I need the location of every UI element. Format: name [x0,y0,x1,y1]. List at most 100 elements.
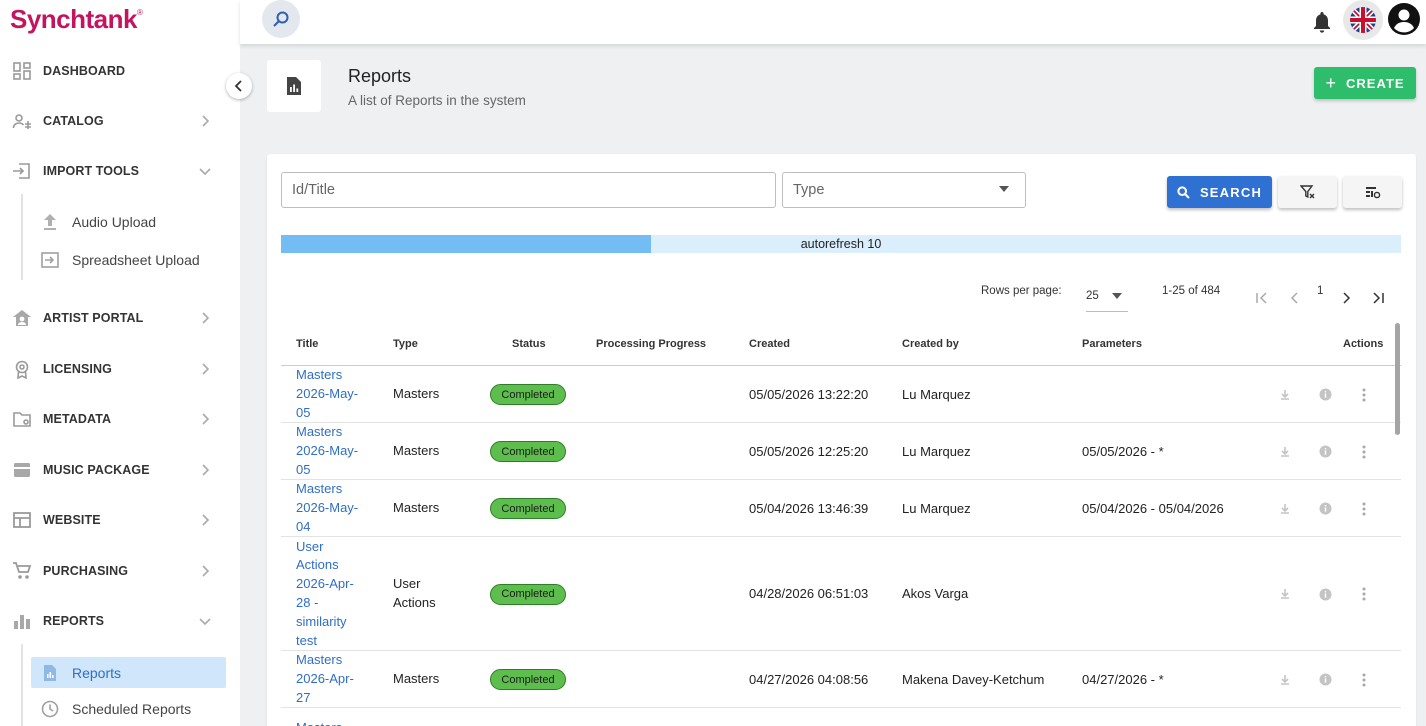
global-search-button[interactable] [262,0,300,38]
sidebar-subitem-scheduled-reports[interactable]: Scheduled Reports [0,693,240,725]
create-button[interactable]: + CREATE [1314,67,1416,99]
sidebar-subitem-label: Spreadsheet Upload [72,252,200,268]
created-by: Lu Marquez [902,386,971,402]
more-vert-icon[interactable] [1356,501,1372,517]
chevron-left-icon [1288,291,1302,305]
sidebar-subitem-spreadsheet-upload[interactable]: Spreadsheet Upload [0,244,240,276]
chevron-right-icon [197,462,213,478]
collapse-sidebar-button[interactable] [226,73,252,99]
search-button[interactable]: SEARCH [1167,176,1272,208]
filter-clear-icon [1299,184,1316,200]
cart-icon [12,561,32,581]
app-logo[interactable]: Synchtank® [10,4,143,35]
account-button[interactable] [1387,2,1421,36]
language-selector[interactable] [1343,0,1383,40]
parameters: 04/27/2026 - * [1082,671,1164,687]
uk-flag-icon [1350,7,1376,33]
autorefresh-label: autorefresh 10 [800,237,882,251]
download-icon[interactable] [1277,387,1293,403]
report-title-link[interactable]: Masters 2026-Apr- 27 [296,651,366,707]
sidebar-item-dashboard[interactable]: DASHBOARD [0,51,240,91]
sidebar-item-artist-portal[interactable]: ARTIST PORTAL [0,298,240,338]
column-header-type[interactable]: Type [393,338,418,350]
table-row[interactable]: User Actions 2026-Apr- 28 - similarity test Us… [281,537,1401,651]
sidebar-item-music-package[interactable]: MUSIC PACKAGE [0,450,240,490]
column-header-created-by[interactable]: Created by [902,338,959,350]
sidebar-item-metadata[interactable]: METADATA [0,399,240,439]
parameters: 05/04/2026 - 05/04/2026 [1082,500,1224,516]
more-vert-icon[interactable] [1356,672,1372,688]
active-highlight [31,657,226,688]
created-date: 04/28/2026 06:51:03 [749,586,869,601]
report-type: Masters [393,671,440,687]
column-header-created[interactable]: Created [749,338,790,350]
column-header-processing-progress[interactable]: Processing Progress [596,338,706,350]
id-title-field[interactable] [281,172,776,208]
search-icon [271,9,291,29]
sidebar-item-import-tools[interactable]: IMPORT TOOLS [0,151,240,191]
dropdown-arrow-icon [999,186,1009,192]
report-title-link[interactable]: Masters 2026-May- 05 [296,423,366,479]
download-icon[interactable] [1277,444,1293,460]
reports-icon [12,611,32,631]
table-row[interactable]: Masters 2026-May- 04 Masters Completed 05/04/… [281,480,1401,537]
column-header-parameters[interactable]: Parameters [1082,338,1142,350]
id-title-input[interactable] [292,182,775,198]
rows-per-page-value: 25 [1086,290,1099,302]
info-icon[interactable] [1317,586,1333,602]
download-icon[interactable] [1277,501,1293,517]
column-header-status[interactable]: Status [512,338,546,350]
sidebar-item-label: LICENSING [43,362,112,376]
table-scrollbar[interactable] [1395,323,1400,435]
sidebar-item-website[interactable]: WEBSITE [0,500,240,540]
upload-icon [40,212,60,232]
page-header: Reports A list of Reports in the system [267,60,1417,126]
download-icon[interactable] [1277,586,1293,602]
download-icon[interactable] [1277,672,1293,688]
chevron-right-icon [197,113,213,129]
status-badge: Completed [490,498,566,519]
next-page-button[interactable] [1336,288,1356,308]
table-row[interactable]: Masters 2026-Apr- 27 Masters Completed 04/27/… [281,651,1401,708]
last-page-button[interactable] [1368,288,1388,308]
first-page-button[interactable] [1252,288,1272,308]
sidebar-item-reports[interactable]: REPORTS [0,601,240,641]
created-date: 05/04/2026 13:46:39 [749,500,869,516]
previous-page-button[interactable] [1285,288,1305,308]
import-icon [12,161,32,181]
last-page-icon [1371,291,1385,305]
info-icon[interactable] [1317,444,1333,460]
sidebar-subitem-reports[interactable]: Reports [0,657,240,689]
sidebar-subitem-audio-upload[interactable]: Audio Upload [0,206,240,238]
artist-portal-icon [12,308,32,328]
chevron-right-icon [197,512,213,528]
table-row[interactable]: Masters 2026-May- 05 Masters Completed 05/05/… [281,423,1401,480]
report-title-link[interactable]: Masters 2026-May- 05 [296,366,366,422]
info-icon[interactable] [1317,672,1333,688]
table-row[interactable]: Masters [281,708,1401,726]
report-title-link[interactable]: User Actions 2026-Apr- 28 - similarity test [296,538,366,651]
sidebar-item-catalog[interactable]: CATALOG [0,101,240,141]
sidebar-item-purchasing[interactable]: PURCHASING [0,551,240,591]
more-vert-icon[interactable] [1356,444,1372,460]
status-badge: Completed [490,583,566,605]
notifications-button[interactable] [1305,5,1339,39]
report-type: Masters [393,443,440,459]
report-title-link[interactable]: Masters [296,719,366,726]
type-select[interactable]: Type [782,172,1026,208]
more-vert-icon[interactable] [1356,586,1372,602]
table-row[interactable]: Masters 2026-May- 05 Masters Completed 05/05/… [281,366,1401,423]
info-icon[interactable] [1317,501,1333,517]
rows-per-page-select[interactable]: 25 [1086,285,1128,312]
more-vert-icon[interactable] [1356,387,1372,403]
sidebar-item-licensing[interactable]: LICENSING [0,349,240,389]
table-settings-button[interactable] [1343,176,1402,208]
rows-per-page-label: Rows per page: [981,285,1062,297]
licensing-icon [12,359,32,379]
clear-filters-button[interactable] [1278,176,1337,208]
report-title-link[interactable]: Masters 2026-May- 04 [296,480,366,536]
sidebar-item-label: CATALOG [43,114,104,128]
chevron-down-icon [197,613,213,629]
column-header-title[interactable]: Title [296,338,318,350]
info-icon[interactable] [1317,387,1333,403]
